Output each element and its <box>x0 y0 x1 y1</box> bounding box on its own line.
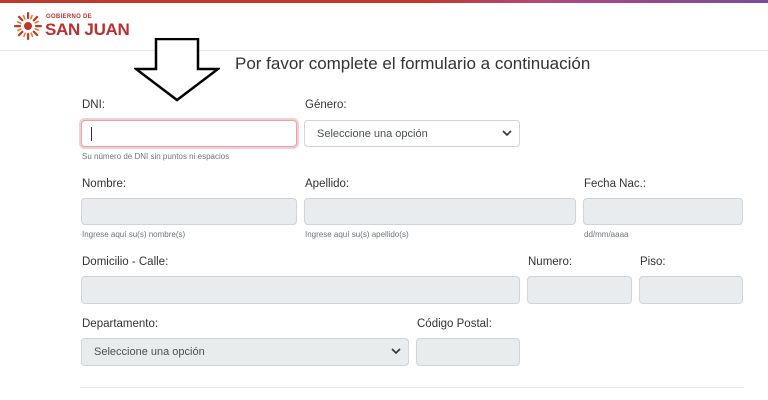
section-divider <box>81 387 743 388</box>
apellido-help-text: Ingrese aquí su(s) apellido(s) <box>305 230 409 239</box>
logo[interactable]: GOBIERNO DE SAN JUAN <box>13 11 133 43</box>
logo-title: SAN JUAN <box>45 20 130 39</box>
page-title: Por favor complete el formulario a conti… <box>235 54 591 73</box>
nombre-input[interactable] <box>81 198 297 225</box>
genero-label: Género: <box>305 99 347 111</box>
chevron-down-icon <box>391 348 401 355</box>
nombre-label: Nombre: <box>82 178 127 190</box>
domicilio-input[interactable] <box>81 276 520 304</box>
domicilio-label: Domicilio - Calle: <box>82 256 169 268</box>
genero-selected-value: Seleccione una opción <box>317 128 428 140</box>
fecha-nac-input[interactable] <box>583 198 743 225</box>
sun-logo-icon <box>14 12 42 40</box>
numero-input[interactable] <box>527 276 632 304</box>
numero-label: Numero: <box>528 256 573 268</box>
piso-input[interactable] <box>639 276 743 304</box>
fecha-nac-label: Fecha Nac.: <box>584 178 646 190</box>
departamento-select[interactable]: Seleccione una opción <box>81 338 409 366</box>
dni-input[interactable] <box>81 120 297 147</box>
apellido-label: Apellido: <box>305 178 350 190</box>
genero-select[interactable]: Seleccione una opción <box>304 120 520 147</box>
codigo-postal-input[interactable] <box>416 338 520 366</box>
fecha-nac-help-text: dd/mm/aaaa <box>584 230 629 239</box>
dni-help-text: Su número de DNI sin puntos ni espacios <box>82 152 230 161</box>
codigo-postal-label: Código Postal: <box>417 318 492 330</box>
departamento-label: Departamento: <box>82 318 159 330</box>
dni-label: DNI: <box>82 99 105 111</box>
piso-label: Piso: <box>640 256 666 268</box>
nombre-help-text: Ingrese aquí su(s) nombre(s) <box>82 230 186 239</box>
down-arrow-outline-icon <box>134 38 220 102</box>
text-cursor <box>91 127 92 141</box>
departamento-selected-value: Seleccione una opción <box>94 346 205 358</box>
site-header: GOBIERNO DE SAN JUAN <box>0 3 768 51</box>
chevron-down-icon <box>502 130 512 137</box>
apellido-input[interactable] <box>304 198 576 225</box>
